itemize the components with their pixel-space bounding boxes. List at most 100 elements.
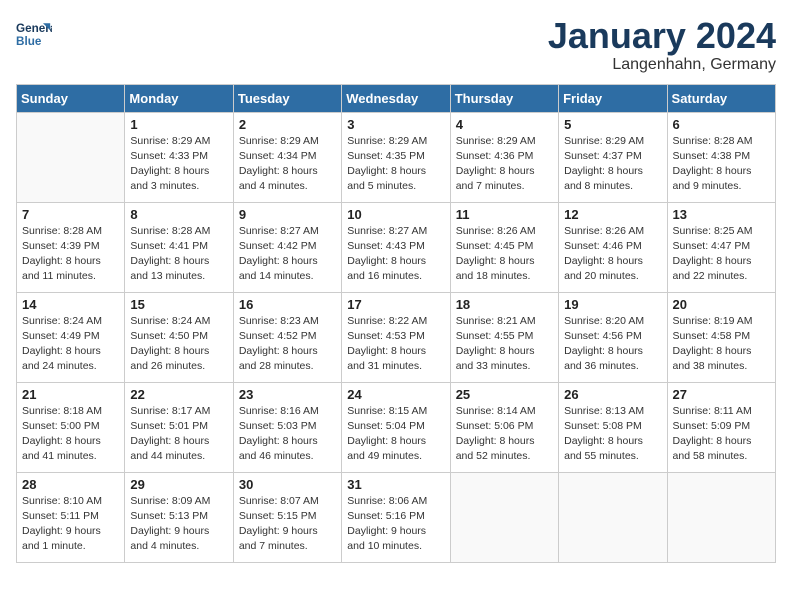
day-info: Sunrise: 8:19 AMSunset: 4:58 PMDaylight:… bbox=[673, 314, 770, 375]
day-number: 9 bbox=[239, 207, 336, 222]
week-row-5: 28Sunrise: 8:10 AMSunset: 5:11 PMDayligh… bbox=[17, 472, 776, 562]
week-row-2: 7Sunrise: 8:28 AMSunset: 4:39 PMDaylight… bbox=[17, 202, 776, 292]
day-number: 7 bbox=[22, 207, 119, 222]
day-number: 29 bbox=[130, 477, 227, 492]
header-cell-sunday: Sunday bbox=[17, 84, 125, 112]
day-info: Sunrise: 8:28 AMSunset: 4:41 PMDaylight:… bbox=[130, 224, 227, 285]
day-number: 25 bbox=[456, 387, 553, 402]
day-info: Sunrise: 8:10 AMSunset: 5:11 PMDaylight:… bbox=[22, 494, 119, 555]
day-cell: 2 Sunrise: 8:29 AMSunset: 4:34 PMDaylight… bbox=[233, 112, 341, 202]
calendar-header-row: SundayMondayTuesdayWednesdayThursdayFrid… bbox=[17, 84, 776, 112]
day-cell: 31 Sunrise: 8:06 AMSunset: 5:16 PMDayligh… bbox=[342, 472, 450, 562]
header-cell-friday: Friday bbox=[559, 84, 667, 112]
day-cell: 14 Sunrise: 8:24 AMSunset: 4:49 PMDayligh… bbox=[17, 292, 125, 382]
day-cell: 5 Sunrise: 8:29 AMSunset: 4:37 PMDaylight… bbox=[559, 112, 667, 202]
day-cell: 22 Sunrise: 8:17 AMSunset: 5:01 PMDayligh… bbox=[125, 382, 233, 472]
day-cell: 26 Sunrise: 8:13 AMSunset: 5:08 PMDayligh… bbox=[559, 382, 667, 472]
day-info: Sunrise: 8:13 AMSunset: 5:08 PMDaylight:… bbox=[564, 404, 661, 465]
day-info: Sunrise: 8:25 AMSunset: 4:47 PMDaylight:… bbox=[673, 224, 770, 285]
day-cell: 19 Sunrise: 8:20 AMSunset: 4:56 PMDayligh… bbox=[559, 292, 667, 382]
day-info: Sunrise: 8:29 AMSunset: 4:34 PMDaylight:… bbox=[239, 134, 336, 195]
day-cell: 24Sunrise: 8:15 AMSunset: 5:04 PMDayligh… bbox=[342, 382, 450, 472]
day-cell: 4 Sunrise: 8:29 AMSunset: 4:36 PMDaylight… bbox=[450, 112, 558, 202]
day-number: 17 bbox=[347, 297, 444, 312]
title-block: January 2024 Langenhahn, Germany bbox=[548, 16, 776, 74]
week-row-4: 21 Sunrise: 8:18 AMSunset: 5:00 PMDayligh… bbox=[17, 382, 776, 472]
day-info: Sunrise: 8:16 AMSunset: 5:03 PMDaylight:… bbox=[239, 404, 336, 465]
day-cell: 29 Sunrise: 8:09 AMSunset: 5:13 PMDayligh… bbox=[125, 472, 233, 562]
day-number: 1 bbox=[130, 117, 227, 132]
day-number: 27 bbox=[673, 387, 770, 402]
day-number: 21 bbox=[22, 387, 119, 402]
header-cell-tuesday: Tuesday bbox=[233, 84, 341, 112]
day-info: Sunrise: 8:29 AMSunset: 4:33 PMDaylight:… bbox=[130, 134, 227, 195]
day-number: 3 bbox=[347, 117, 444, 132]
day-cell: 15 Sunrise: 8:24 AMSunset: 4:50 PMDayligh… bbox=[125, 292, 233, 382]
day-info: Sunrise: 8:21 AMSunset: 4:55 PMDaylight:… bbox=[456, 314, 553, 375]
day-cell: 25 Sunrise: 8:14 AMSunset: 5:06 PMDayligh… bbox=[450, 382, 558, 472]
header-cell-monday: Monday bbox=[125, 84, 233, 112]
day-info: Sunrise: 8:18 AMSunset: 5:00 PMDaylight:… bbox=[22, 404, 119, 465]
day-cell: 6 Sunrise: 8:28 AMSunset: 4:38 PMDaylight… bbox=[667, 112, 775, 202]
day-number: 16 bbox=[239, 297, 336, 312]
day-info: Sunrise: 8:07 AMSunset: 5:15 PMDaylight:… bbox=[239, 494, 336, 555]
day-number: 13 bbox=[673, 207, 770, 222]
day-info: Sunrise: 8:14 AMSunset: 5:06 PMDaylight:… bbox=[456, 404, 553, 465]
day-cell bbox=[667, 472, 775, 562]
day-cell: 11Sunrise: 8:26 AMSunset: 4:45 PMDayligh… bbox=[450, 202, 558, 292]
day-cell: 12 Sunrise: 8:26 AMSunset: 4:46 PMDayligh… bbox=[559, 202, 667, 292]
calendar-subtitle: Langenhahn, Germany bbox=[548, 56, 776, 74]
day-cell: 8 Sunrise: 8:28 AMSunset: 4:41 PMDaylight… bbox=[125, 202, 233, 292]
day-info: Sunrise: 8:27 AMSunset: 4:43 PMDaylight:… bbox=[347, 224, 444, 285]
day-number: 6 bbox=[673, 117, 770, 132]
day-cell: 27Sunrise: 8:11 AMSunset: 5:09 PMDayligh… bbox=[667, 382, 775, 472]
day-cell: 20 Sunrise: 8:19 AMSunset: 4:58 PMDayligh… bbox=[667, 292, 775, 382]
day-info: Sunrise: 8:29 AMSunset: 4:35 PMDaylight:… bbox=[347, 134, 444, 195]
day-number: 15 bbox=[130, 297, 227, 312]
day-number: 2 bbox=[239, 117, 336, 132]
day-info: Sunrise: 8:24 AMSunset: 4:49 PMDaylight:… bbox=[22, 314, 119, 375]
day-cell: 21 Sunrise: 8:18 AMSunset: 5:00 PMDayligh… bbox=[17, 382, 125, 472]
day-cell: 28Sunrise: 8:10 AMSunset: 5:11 PMDayligh… bbox=[17, 472, 125, 562]
day-info: Sunrise: 8:23 AMSunset: 4:52 PMDaylight:… bbox=[239, 314, 336, 375]
day-info: Sunrise: 8:17 AMSunset: 5:01 PMDaylight:… bbox=[130, 404, 227, 465]
day-number: 19 bbox=[564, 297, 661, 312]
day-number: 22 bbox=[130, 387, 227, 402]
day-number: 26 bbox=[564, 387, 661, 402]
day-number: 10 bbox=[347, 207, 444, 222]
day-cell: 18Sunrise: 8:21 AMSunset: 4:55 PMDayligh… bbox=[450, 292, 558, 382]
day-cell: 1 Sunrise: 8:29 AMSunset: 4:33 PMDaylight… bbox=[125, 112, 233, 202]
day-info: Sunrise: 8:22 AMSunset: 4:53 PMDaylight:… bbox=[347, 314, 444, 375]
day-info: Sunrise: 8:29 AMSunset: 4:37 PMDaylight:… bbox=[564, 134, 661, 195]
day-cell: 7Sunrise: 8:28 AMSunset: 4:39 PMDaylight… bbox=[17, 202, 125, 292]
day-number: 14 bbox=[22, 297, 119, 312]
day-info: Sunrise: 8:28 AMSunset: 4:38 PMDaylight:… bbox=[673, 134, 770, 195]
day-cell: 9Sunrise: 8:27 AMSunset: 4:42 PMDaylight… bbox=[233, 202, 341, 292]
day-info: Sunrise: 8:09 AMSunset: 5:13 PMDaylight:… bbox=[130, 494, 227, 555]
day-info: Sunrise: 8:15 AMSunset: 5:04 PMDaylight:… bbox=[347, 404, 444, 465]
day-number: 8 bbox=[130, 207, 227, 222]
calendar-title: January 2024 bbox=[548, 16, 776, 56]
day-cell: 13 Sunrise: 8:25 AMSunset: 4:47 PMDayligh… bbox=[667, 202, 775, 292]
day-number: 23 bbox=[239, 387, 336, 402]
day-number: 4 bbox=[456, 117, 553, 132]
day-cell bbox=[17, 112, 125, 202]
logo: General Blue bbox=[16, 16, 52, 52]
day-info: Sunrise: 8:26 AMSunset: 4:46 PMDaylight:… bbox=[564, 224, 661, 285]
header-cell-saturday: Saturday bbox=[667, 84, 775, 112]
day-info: Sunrise: 8:06 AMSunset: 5:16 PMDaylight:… bbox=[347, 494, 444, 555]
day-cell: 16 Sunrise: 8:23 AMSunset: 4:52 PMDayligh… bbox=[233, 292, 341, 382]
day-info: Sunrise: 8:29 AMSunset: 4:36 PMDaylight:… bbox=[456, 134, 553, 195]
calendar-table: SundayMondayTuesdayWednesdayThursdayFrid… bbox=[16, 84, 776, 563]
week-row-3: 14 Sunrise: 8:24 AMSunset: 4:49 PMDayligh… bbox=[17, 292, 776, 382]
day-info: Sunrise: 8:24 AMSunset: 4:50 PMDaylight:… bbox=[130, 314, 227, 375]
day-number: 5 bbox=[564, 117, 661, 132]
day-number: 12 bbox=[564, 207, 661, 222]
day-number: 31 bbox=[347, 477, 444, 492]
day-cell: 10 Sunrise: 8:27 AMSunset: 4:43 PMDayligh… bbox=[342, 202, 450, 292]
day-number: 30 bbox=[239, 477, 336, 492]
day-info: Sunrise: 8:20 AMSunset: 4:56 PMDaylight:… bbox=[564, 314, 661, 375]
calendar-body: 1 Sunrise: 8:29 AMSunset: 4:33 PMDaylight… bbox=[17, 112, 776, 562]
day-cell: 17 Sunrise: 8:22 AMSunset: 4:53 PMDayligh… bbox=[342, 292, 450, 382]
day-number: 20 bbox=[673, 297, 770, 312]
